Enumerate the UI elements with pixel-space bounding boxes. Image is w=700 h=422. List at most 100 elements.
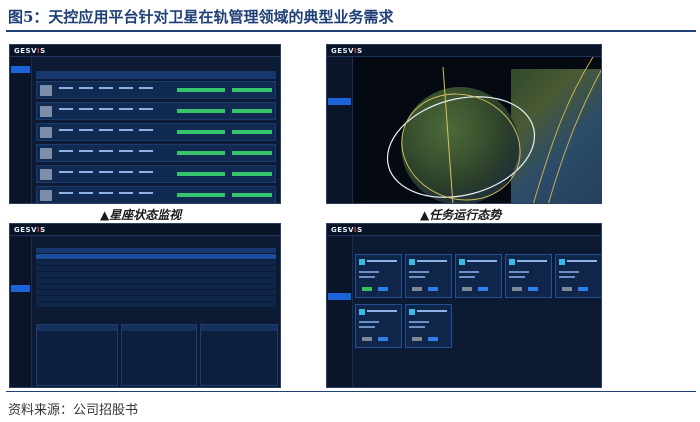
sidebar-item[interactable]	[328, 90, 351, 97]
app-top-bar: GESVIS	[10, 45, 280, 57]
table-row[interactable]	[36, 272, 276, 277]
source-note: 资料来源：公司招股书	[8, 403, 139, 418]
sidebar-item[interactable]	[11, 130, 30, 137]
app-logo: GESVIS	[331, 47, 363, 55]
caption-constellation-monitor: ▲星座状态监视	[100, 208, 182, 222]
table-header	[36, 71, 276, 79]
sidebar-item[interactable]	[328, 130, 351, 137]
screenshot-task-list: GESVIS	[9, 223, 281, 388]
task-card[interactable]	[505, 254, 552, 298]
sidebar-item[interactable]	[328, 277, 351, 284]
detail-panel-middle	[121, 324, 197, 386]
task-card[interactable]	[355, 254, 402, 298]
table-row[interactable]	[36, 260, 276, 265]
sidebar-item[interactable]	[328, 269, 351, 276]
sidebar-item[interactable]	[328, 74, 351, 81]
sidebar-item[interactable]	[11, 285, 30, 292]
sidebar-item[interactable]	[11, 245, 30, 252]
sidebar-item[interactable]	[328, 285, 351, 292]
sidebar-item[interactable]	[328, 237, 351, 244]
sidebar-item[interactable]	[11, 114, 30, 121]
sidebar-item[interactable]	[11, 98, 30, 105]
orbit-tracks	[386, 57, 601, 203]
sidebar-item[interactable]	[11, 122, 30, 129]
satellite-icon	[40, 190, 52, 201]
sidebar-item[interactable]	[11, 269, 30, 276]
sidebar	[10, 57, 32, 203]
table-row[interactable]	[36, 278, 276, 283]
table-row[interactable]	[36, 165, 276, 183]
table-row[interactable]	[36, 123, 276, 141]
satellite-icon	[40, 169, 52, 180]
app-logo: GESVIS	[331, 226, 363, 234]
sidebar	[327, 57, 353, 203]
sidebar-item[interactable]	[11, 309, 30, 316]
sidebar-item[interactable]	[328, 114, 351, 121]
screenshot-task-cards: GESVIS	[326, 223, 602, 388]
table-row[interactable]	[36, 102, 276, 120]
task-card[interactable]	[405, 254, 452, 298]
sidebar-item[interactable]	[11, 301, 30, 308]
task-card[interactable]	[455, 254, 502, 298]
sidebar-item[interactable]	[11, 74, 30, 81]
screenshot-constellation-monitor: GESVIS	[9, 44, 281, 204]
satellite-icon	[40, 148, 52, 159]
sidebar-item[interactable]	[328, 138, 351, 145]
detail-panel-right	[200, 324, 278, 386]
caption-mission-situation: ▲任务运行态势	[420, 208, 502, 222]
sidebar-item[interactable]	[11, 66, 30, 73]
table-row[interactable]	[36, 266, 276, 271]
table-row[interactable]	[36, 302, 276, 307]
sidebar	[10, 236, 32, 387]
bottom-rule	[6, 391, 696, 392]
sidebar-item[interactable]	[328, 293, 351, 300]
sidebar-item[interactable]	[11, 58, 30, 65]
sidebar-item[interactable]	[328, 301, 351, 308]
app-top-bar: GESVIS	[327, 45, 601, 57]
sidebar-item[interactable]	[11, 277, 30, 284]
app-logo: GESVIS	[14, 47, 46, 55]
table-row[interactable]	[36, 144, 276, 162]
satellite-icon	[40, 85, 52, 96]
globe-viewport[interactable]	[353, 57, 601, 203]
satellite-icon	[40, 106, 52, 117]
sidebar-item[interactable]	[328, 253, 351, 260]
table-row[interactable]	[36, 186, 276, 203]
detail-panel-left	[36, 324, 118, 386]
sidebar-item[interactable]	[328, 58, 351, 65]
sidebar-item[interactable]	[11, 106, 30, 113]
table-row[interactable]	[36, 254, 276, 259]
table-header	[36, 248, 276, 253]
table-row[interactable]	[36, 284, 276, 289]
app-top-bar: GESVIS	[327, 224, 601, 236]
table-row[interactable]	[36, 81, 276, 99]
sidebar-item[interactable]	[328, 82, 351, 89]
app-logo: GESVIS	[14, 226, 46, 234]
sidebar-item[interactable]	[11, 253, 30, 260]
task-table	[36, 248, 276, 318]
sidebar-item[interactable]	[328, 309, 351, 316]
table-row[interactable]	[36, 290, 276, 295]
sidebar-item[interactable]	[11, 293, 30, 300]
sidebar-item[interactable]	[11, 90, 30, 97]
table-row[interactable]	[36, 296, 276, 301]
title-rule	[6, 30, 696, 32]
task-card[interactable]	[405, 304, 452, 348]
app-top-bar: GESVIS	[10, 224, 280, 236]
sidebar-item[interactable]	[328, 261, 351, 268]
sidebar-item[interactable]	[11, 82, 30, 89]
sidebar-item[interactable]	[328, 317, 351, 324]
sidebar-item[interactable]	[11, 237, 30, 244]
sidebar-item[interactable]	[328, 106, 351, 113]
sidebar-item[interactable]	[11, 261, 30, 268]
task-card[interactable]	[555, 254, 601, 298]
sidebar-item[interactable]	[328, 122, 351, 129]
figure-title: 图5：天控应用平台针对卫星在轨管理领域的典型业务需求	[8, 8, 394, 26]
sidebar-item[interactable]	[328, 66, 351, 73]
sidebar	[327, 236, 353, 387]
constellation-table	[36, 71, 276, 203]
sidebar-item[interactable]	[328, 245, 351, 252]
task-card[interactable]	[355, 304, 402, 348]
sidebar-item[interactable]	[328, 98, 351, 105]
screenshot-mission-situation: GESVIS	[326, 44, 602, 204]
